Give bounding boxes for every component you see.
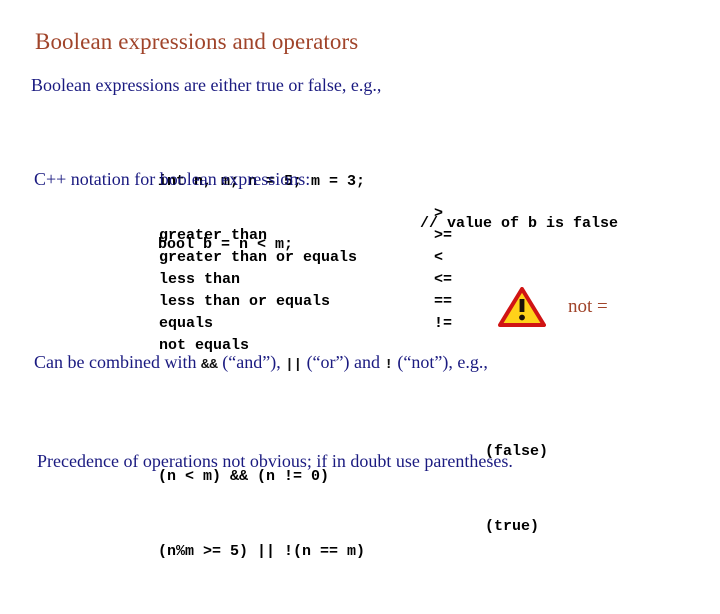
table-row: less than or equals <= (105, 269, 452, 310)
operator-table: greater than > greater than or equals >=… (105, 203, 452, 354)
operator-symbol: == (434, 293, 453, 310)
warning-triangle-icon (498, 287, 546, 327)
table-row: less than < (105, 247, 443, 288)
operator-symbol: <= (434, 271, 453, 288)
precedence-note: Precedence of operations not obvious; if… (37, 451, 513, 471)
table-row: not equals != (105, 313, 452, 354)
example-row: (n%m >= 5) || !(n == m) (true) (104, 514, 539, 560)
combine-text-1: Can be combined with (34, 352, 201, 372)
notation-heading: C++ notation for boolean expressions: (34, 169, 311, 189)
operator-symbol: > (434, 205, 444, 222)
warning-label: not = (568, 296, 608, 317)
operator-not: ! (384, 357, 393, 373)
intro-paragraph: Boolean expressions are either true or f… (31, 75, 382, 95)
page-title: Boolean expressions and operators (35, 29, 359, 54)
operator-symbol: < (434, 249, 444, 266)
example-expression: (n%m >= 5) || !(n == m) (158, 543, 366, 560)
operator-symbol: >= (434, 227, 453, 244)
operator-or: || (285, 357, 303, 373)
combine-text-4: (“not”), e.g., (392, 352, 488, 372)
table-row: equals == (105, 291, 452, 332)
combine-text-3: (“or”) and (302, 352, 385, 372)
operator-symbol: != (434, 315, 453, 332)
table-row: greater than > (105, 203, 443, 244)
combine-text-2: (“and”), (217, 352, 286, 372)
slide-canvas: Boolean expressions and operators Boolea… (0, 0, 720, 560)
operator-and: && (200, 357, 218, 373)
table-row: greater than or equals >= (105, 225, 452, 266)
combine-paragraph: Can be combined with && (“and”), || (“or… (34, 351, 488, 376)
example-result: (true) (485, 518, 540, 535)
warning-callout: not = (498, 287, 608, 327)
code-block-examples: (n < m) && (n != 0) (false) (n%m >= 5) |… (104, 389, 548, 589)
